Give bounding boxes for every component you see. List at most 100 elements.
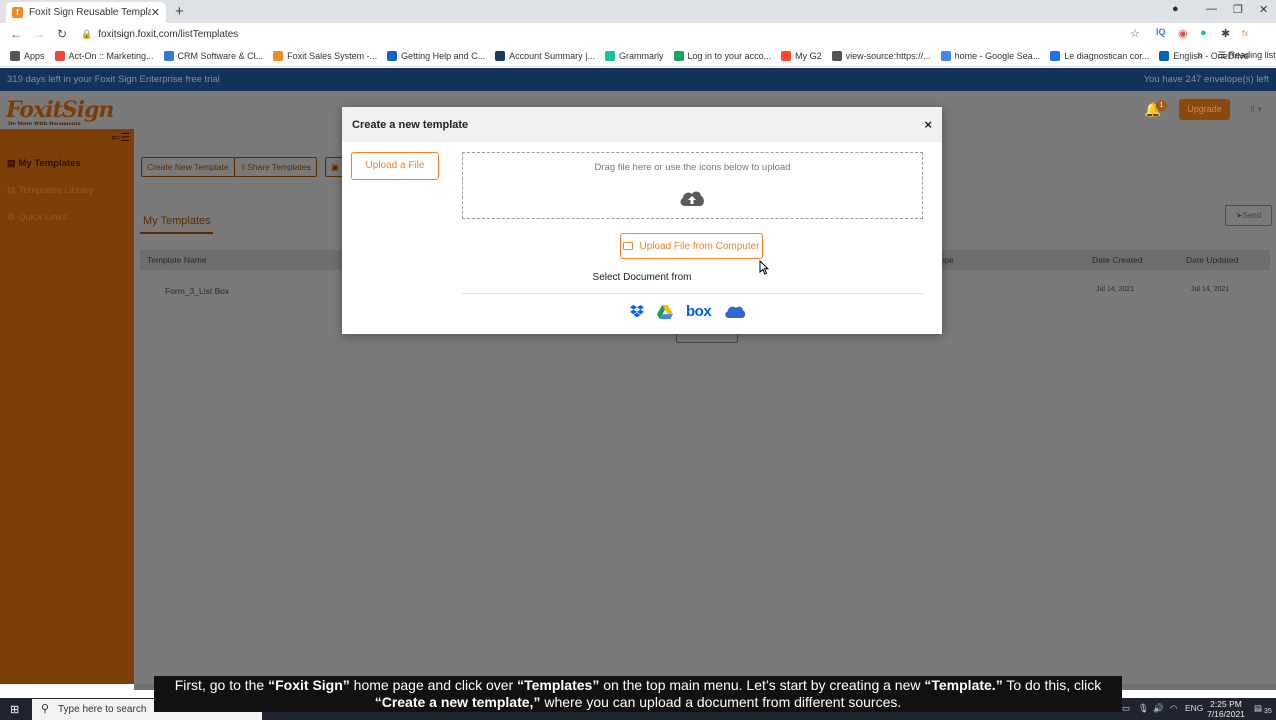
network-icon[interactable]: ▭ xyxy=(1122,703,1130,714)
reading-list-button[interactable]: ☰ Reading list xyxy=(1218,50,1276,61)
tab-close-icon[interactable]: ✕ xyxy=(151,6,160,19)
windows-start-icon[interactable]: ⊞ xyxy=(10,703,19,716)
upgrade-button[interactable]: Upgrade xyxy=(1179,99,1230,120)
bookmark-label: Foxit Sales System -... xyxy=(287,50,378,61)
minimize-button[interactable]: — xyxy=(1206,3,1217,15)
notification-center-icon[interactable]: ▤ xyxy=(1254,703,1262,714)
trial-text: 319 days left in your Foxit Sign Enterpr… xyxy=(7,74,220,85)
share-templates-label: Share Templates xyxy=(247,162,311,172)
library-icon: ▤ xyxy=(7,185,16,195)
bookmark-item[interactable]: Log in to your acco... xyxy=(673,50,771,61)
address-bar-row: ← → ↻ 🔒 foxitsign.foxit.com/listTemplate… xyxy=(0,23,1276,45)
logo-text: FoxitSign xyxy=(6,97,114,123)
bookmark-star-icon[interactable]: ☆ xyxy=(1130,27,1140,40)
wifi-icon[interactable]: ◠ xyxy=(1170,703,1177,714)
upload-file-tab[interactable]: Upload a File xyxy=(351,152,439,180)
collapse-sidebar-icon[interactable]: ⇐☰ xyxy=(111,131,130,144)
caption-segment: “Create a new template,” xyxy=(374,694,541,710)
user-menu[interactable]: ff ▾ xyxy=(1250,104,1262,115)
user-initials: ff xyxy=(1250,104,1255,114)
dropbox-icon[interactable] xyxy=(630,305,644,318)
bookmark-item[interactable]: CRM Software & Cl... xyxy=(163,50,263,61)
share-templates-button[interactable]: ⇪Share Templates xyxy=(234,157,317,177)
sidebar-item-quick-links[interactable]: ⚙ Quick Links xyxy=(7,212,67,223)
date-updated-cell: Jul 14, 2021 xyxy=(1191,286,1230,293)
bookmark-item[interactable]: Getting Help and C... xyxy=(387,50,485,61)
create-new-template-button[interactable]: Create New Template xyxy=(141,157,235,177)
cloud-providers: box xyxy=(630,303,759,320)
bookmark-label: Account Summary |... xyxy=(509,50,596,61)
lock-icon: 🔒 xyxy=(81,28,93,39)
bookmark-favicon-icon xyxy=(1159,50,1170,61)
profile-icon[interactable]: ● xyxy=(1172,3,1179,15)
section-title: My Templates xyxy=(143,215,211,227)
caption-segment: “Foxit Sign” xyxy=(268,677,350,693)
bookmark-label: My G2 xyxy=(795,50,822,61)
volume-icon[interactable]: 🔊 xyxy=(1153,703,1164,714)
bookmark-item[interactable]: My G2 xyxy=(781,50,822,61)
restore-button[interactable]: ❐ xyxy=(1233,3,1243,16)
caption-segment: home page and click over xyxy=(349,677,518,693)
sidebar-item-my-templates[interactable]: ▤ My Templates xyxy=(7,158,81,169)
browser-tab[interactable]: f Foxit Sign Reusable Templates ✕ xyxy=(6,2,166,23)
bookmark-favicon-icon xyxy=(273,50,284,61)
column-header[interactable]: Date Updated xyxy=(1186,255,1238,265)
column-header[interactable]: ype xyxy=(940,255,954,265)
bookmark-item[interactable]: Foxit Sales System -... xyxy=(273,50,378,61)
bookmark-item[interactable]: Grammarly xyxy=(605,50,664,61)
reload-icon[interactable]: ↻ xyxy=(55,27,69,41)
language-indicator[interactable]: ENG xyxy=(1185,703,1203,713)
bookmark-favicon-icon xyxy=(940,50,951,61)
clock-date: 7/16/2021 xyxy=(1207,709,1245,719)
box-icon[interactable]: box xyxy=(686,303,712,320)
column-header[interactable]: Template Name xyxy=(147,255,207,265)
sidebar-item-templates-library[interactable]: ▤ Templates Library xyxy=(7,185,94,196)
foxit-favicon-icon: f xyxy=(12,7,23,18)
bookmark-label: view-source:https://... xyxy=(845,50,931,61)
onedrive-icon[interactable] xyxy=(724,305,746,318)
bookmark-favicon-icon xyxy=(10,50,20,61)
foxit-sign-logo[interactable]: FoxitSign Do More With Documents xyxy=(6,97,114,127)
bookmark-favicon-icon xyxy=(605,50,616,61)
url-text: foxitsign.foxit.com/listTemplates xyxy=(98,28,239,40)
forward-icon[interactable]: → xyxy=(32,27,46,41)
bookmark-favicon-icon xyxy=(1050,50,1061,61)
extension-icon[interactable]: ◉ xyxy=(1178,27,1188,40)
clock-time: 2:25 PM xyxy=(1210,699,1242,709)
extensions-puzzle-icon[interactable]: ✱ xyxy=(1221,27,1230,40)
modal-title: Create a new template xyxy=(352,118,469,131)
modal-close-icon[interactable]: × xyxy=(924,117,932,132)
iq-extension-icon[interactable]: IQ xyxy=(1156,27,1166,37)
caption-segment: First, go to the xyxy=(174,677,269,693)
more-bookmarks-icon[interactable]: » xyxy=(1197,50,1203,61)
url-field[interactable]: 🔒 foxitsign.foxit.com/listTemplates xyxy=(81,29,238,40)
foxit-extension-icon[interactable]: fx xyxy=(1242,29,1248,38)
send-button[interactable]: ➤Send xyxy=(1225,205,1272,226)
google-drive-icon[interactable] xyxy=(657,304,673,319)
bookmark-favicon-icon xyxy=(831,50,842,61)
bookmark-item[interactable]: Apps xyxy=(10,50,45,61)
clock[interactable]: 2:25 PM 7/16/2021 xyxy=(1206,699,1246,719)
upload-from-computer-button[interactable]: Upload File from Computer xyxy=(620,233,763,259)
window-close-button[interactable]: ✕ xyxy=(1259,3,1268,16)
notification-count: 35 xyxy=(1264,708,1272,715)
file-dropzone[interactable]: Drag file here or use the icons below to… xyxy=(462,152,923,219)
bookmark-item[interactable]: Le diagnostican cor... xyxy=(1050,50,1149,61)
bookmark-item[interactable]: Act-On :: Marketing... xyxy=(54,50,154,61)
bookmark-item[interactable]: view-source:https://... xyxy=(831,50,931,61)
bookmark-item[interactable]: home - Google Sea... xyxy=(940,50,1040,61)
tab-title: Foxit Sign Reusable Templates xyxy=(29,7,151,18)
template-name-cell[interactable]: Form_3_List Box xyxy=(165,286,229,296)
back-icon[interactable]: ← xyxy=(9,27,23,41)
grammarly-extension-icon[interactable]: ● xyxy=(1200,27,1207,39)
new-tab-button[interactable]: + xyxy=(175,3,184,20)
cloud-upload-icon[interactable] xyxy=(679,188,705,208)
mouse-cursor-icon xyxy=(759,260,769,275)
microphone-icon[interactable]: 🎙 xyxy=(1138,703,1149,714)
bookmark-label: Grammarly xyxy=(619,50,664,61)
bookmark-favicon-icon xyxy=(673,50,684,61)
date-created-cell: Jul 14, 2021 xyxy=(1096,286,1135,293)
bookmark-item[interactable]: Account Summary |... xyxy=(495,50,596,61)
column-header[interactable]: Date Created xyxy=(1092,255,1143,265)
bookmark-label: Apps xyxy=(24,50,45,61)
